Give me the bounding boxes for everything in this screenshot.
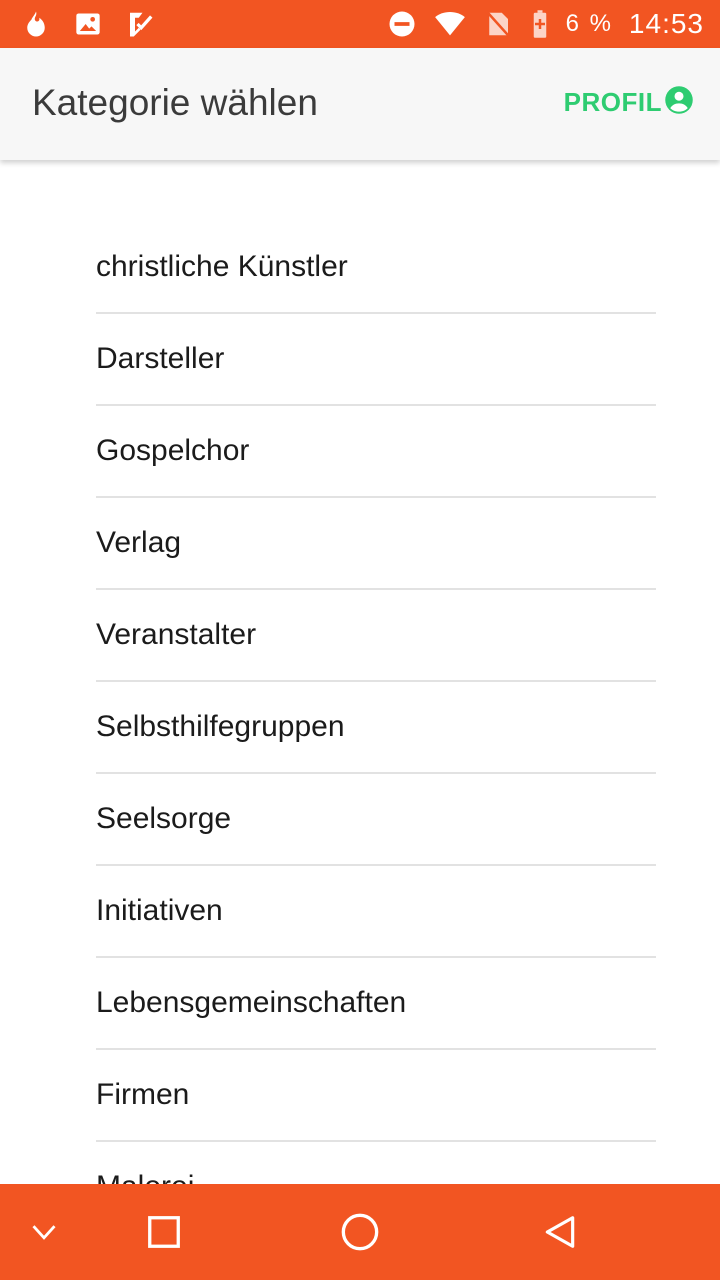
app-bar: Kategorie wählen PROFIL <box>0 48 720 160</box>
category-label: Seelsorge <box>96 802 232 835</box>
navigation-bar <box>0 1184 720 1280</box>
category-list-container[interactable]: christliche Künstler Darsteller Gospelch… <box>0 160 720 1184</box>
category-item-lebensgemeinschaften[interactable]: Lebensgemeinschaften <box>96 958 656 1050</box>
home-circle-icon[interactable] <box>336 1208 384 1256</box>
category-label: Initiativen <box>96 894 223 927</box>
notification-icons <box>20 8 156 40</box>
account-circle-icon <box>664 85 694 120</box>
image-icon <box>72 8 104 40</box>
profile-label: PROFIL <box>563 86 662 117</box>
category-item-verlag[interactable]: Verlag <box>96 498 656 590</box>
category-label: Gospelchor <box>96 434 250 467</box>
collapse-chevron-icon[interactable] <box>20 1208 68 1256</box>
category-item-gospelchor[interactable]: Gospelchor <box>96 406 656 498</box>
category-item-malerei[interactable]: Malerei <box>96 1142 656 1184</box>
category-label: Lebensgemeinschaften <box>96 986 407 1019</box>
category-label: christliche Künstler <box>96 250 348 283</box>
tinder-flame-icon <box>20 8 52 40</box>
category-label: Verlag <box>96 526 182 559</box>
page-title: Kategorie wählen <box>32 82 318 123</box>
recents-square-icon[interactable] <box>140 1208 188 1256</box>
task-check-icon <box>124 8 156 40</box>
category-item-darsteller[interactable]: Darsteller <box>96 314 656 406</box>
category-label: Malerei <box>96 1170 194 1184</box>
no-sim-icon <box>482 8 514 40</box>
category-item-initiativen[interactable]: Initiativen <box>96 866 656 958</box>
category-item-christliche-kuenstler[interactable]: christliche Künstler <box>96 222 656 314</box>
category-item-veranstalter[interactable]: Veranstalter <box>96 590 656 682</box>
category-item-seelsorge[interactable]: Seelsorge <box>96 774 656 866</box>
system-icons: 6 % 14:53 <box>386 0 704 48</box>
back-triangle-icon[interactable] <box>536 1208 584 1256</box>
category-label: Selbsthilfegruppen <box>96 710 345 743</box>
category-item-selbsthilfegruppen[interactable]: Selbsthilfegruppen <box>96 682 656 774</box>
status-bar: 6 % 14:53 <box>0 0 720 48</box>
category-label: Darsteller <box>96 342 225 375</box>
battery-charging-icon <box>530 8 550 40</box>
category-label: Veranstalter <box>96 618 257 651</box>
battery-percent: 6 % <box>565 10 613 37</box>
do-not-disturb-icon <box>386 8 418 40</box>
clock: 14:53 <box>628 8 704 39</box>
category-item-firmen[interactable]: Firmen <box>96 1050 656 1142</box>
category-label: Firmen <box>96 1078 190 1111</box>
wifi-icon <box>434 8 466 40</box>
profile-button[interactable]: PROFIL <box>563 85 694 120</box>
category-list: christliche Künstler Darsteller Gospelch… <box>96 222 656 1184</box>
